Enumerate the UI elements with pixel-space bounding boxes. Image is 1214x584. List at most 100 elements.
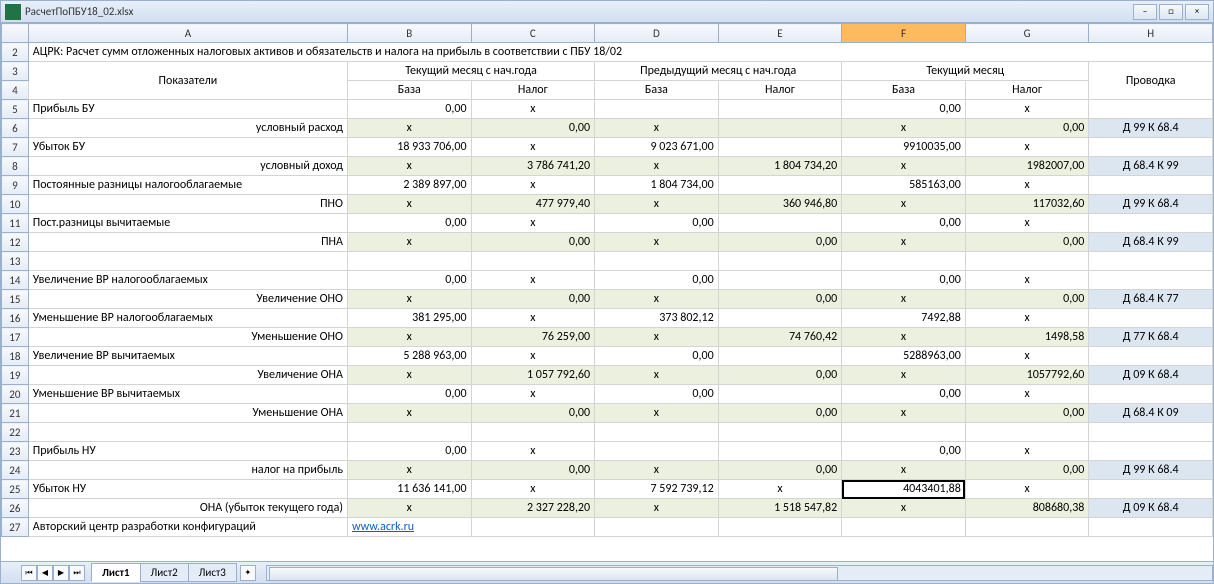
row-header[interactable]: 10: [2, 195, 29, 214]
row-header[interactable]: 26: [2, 499, 29, 518]
data-cell[interactable]: 1 057 792,60: [471, 366, 595, 385]
data-cell[interactable]: 117032,60: [965, 195, 1089, 214]
header-group-4[interactable]: Проводка: [1089, 62, 1213, 100]
header-indicators[interactable]: Показатели: [28, 62, 347, 100]
data-cell[interactable]: 1 804 734,00: [595, 176, 719, 195]
data-cell[interactable]: 373 802,12: [595, 309, 719, 328]
posting-cell[interactable]: [1089, 423, 1213, 442]
row-header[interactable]: 25: [2, 480, 29, 499]
posting-cell[interactable]: [1089, 214, 1213, 233]
header-group-1[interactable]: Текущий месяц с нач.года: [347, 62, 594, 81]
data-cell[interactable]: 0,00: [718, 233, 842, 252]
data-cell[interactable]: [595, 252, 719, 271]
row-header[interactable]: 6: [2, 119, 29, 138]
data-cell[interactable]: [718, 423, 842, 442]
data-cell[interactable]: [347, 423, 471, 442]
tab-nav-next[interactable]: ▶: [53, 565, 69, 581]
col-header-B[interactable]: B: [347, 24, 471, 43]
indicator-cell[interactable]: Прибыль НУ: [28, 442, 347, 461]
data-cell[interactable]: [471, 252, 595, 271]
indicator-cell[interactable]: Увеличение ОНА: [28, 366, 347, 385]
row-header[interactable]: 24: [2, 461, 29, 480]
row-header[interactable]: 9: [2, 176, 29, 195]
indicator-cell[interactable]: [28, 423, 347, 442]
title-cell[interactable]: АЦРК: Расчет сумм отложенных налоговых а…: [28, 43, 1212, 62]
data-cell[interactable]: x: [595, 404, 719, 423]
data-cell[interactable]: [842, 252, 966, 271]
posting-cell[interactable]: [1089, 138, 1213, 157]
indicator-cell[interactable]: Уменьшение ОНА: [28, 404, 347, 423]
data-cell[interactable]: 0,00: [347, 100, 471, 119]
indicator-cell[interactable]: ПНО: [28, 195, 347, 214]
col-header-C[interactable]: C: [471, 24, 595, 43]
data-cell[interactable]: 11 636 141,00: [347, 480, 471, 499]
data-cell[interactable]: x: [471, 271, 595, 290]
data-cell[interactable]: 9 023 671,00: [595, 138, 719, 157]
data-cell[interactable]: [595, 100, 719, 119]
row-header[interactable]: 19: [2, 366, 29, 385]
spreadsheet-grid[interactable]: A B C D E F G H 2 АЦРК: Расчет сумм отло…: [1, 23, 1213, 561]
row-header[interactable]: 17: [2, 328, 29, 347]
tab-nav-last[interactable]: ⏭: [69, 565, 85, 581]
subheader[interactable]: База: [842, 81, 966, 100]
data-cell[interactable]: 0,00: [595, 214, 719, 233]
data-cell[interactable]: 0,00: [347, 271, 471, 290]
indicator-cell[interactable]: Прибыль БУ: [28, 100, 347, 119]
data-cell[interactable]: x: [595, 461, 719, 480]
indicator-cell[interactable]: налог на прибыль: [28, 461, 347, 480]
subheader[interactable]: Налог: [471, 81, 595, 100]
data-cell[interactable]: x: [965, 271, 1089, 290]
data-cell[interactable]: [718, 385, 842, 404]
data-cell[interactable]: 0,00: [347, 385, 471, 404]
col-header-G[interactable]: G: [965, 24, 1089, 43]
acrk-link[interactable]: www.acrk.ru: [352, 520, 414, 534]
data-cell[interactable]: 0,00: [965, 290, 1089, 309]
posting-cell[interactable]: [1089, 480, 1213, 499]
data-cell[interactable]: 0,00: [718, 461, 842, 480]
data-cell[interactable]: [718, 100, 842, 119]
row-header[interactable]: 18: [2, 347, 29, 366]
data-cell[interactable]: 0,00: [842, 385, 966, 404]
tab-nav-prev[interactable]: ◀: [37, 565, 53, 581]
data-cell[interactable]: x: [965, 442, 1089, 461]
data-cell[interactable]: x: [595, 366, 719, 385]
data-cell[interactable]: [718, 214, 842, 233]
indicator-cell[interactable]: ПНА: [28, 233, 347, 252]
new-sheet-button[interactable]: ✦: [240, 565, 256, 581]
data-cell[interactable]: 585163,00: [842, 176, 966, 195]
col-header-D[interactable]: D: [595, 24, 719, 43]
data-cell[interactable]: 74 760,42: [718, 328, 842, 347]
data-cell[interactable]: [718, 138, 842, 157]
data-cell[interactable]: x: [471, 309, 595, 328]
col-header-A[interactable]: A: [28, 24, 347, 43]
indicator-cell[interactable]: Увеличение ВР вычитаемых: [28, 347, 347, 366]
data-cell[interactable]: [718, 347, 842, 366]
data-cell[interactable]: 0,00: [842, 442, 966, 461]
data-cell[interactable]: [718, 176, 842, 195]
data-cell[interactable]: x: [965, 480, 1089, 499]
data-cell[interactable]: [965, 423, 1089, 442]
posting-cell[interactable]: [1089, 100, 1213, 119]
data-cell[interactable]: 5288963,00: [842, 347, 966, 366]
data-cell[interactable]: x: [347, 119, 471, 138]
posting-cell[interactable]: Д 68.4 К 77: [1089, 290, 1213, 309]
data-cell[interactable]: [347, 252, 471, 271]
data-cell[interactable]: x: [595, 119, 719, 138]
subheader[interactable]: База: [347, 81, 471, 100]
data-cell[interactable]: 1 518 547,82: [718, 499, 842, 518]
indicator-cell[interactable]: Уменьшение ОНО: [28, 328, 347, 347]
row-header[interactable]: 23: [2, 442, 29, 461]
data-cell[interactable]: x: [347, 233, 471, 252]
data-cell[interactable]: 1498,58: [965, 328, 1089, 347]
data-cell[interactable]: 0,00: [595, 347, 719, 366]
data-cell[interactable]: x: [965, 347, 1089, 366]
row-header[interactable]: 14: [2, 271, 29, 290]
footer-text[interactable]: Авторский центр разработки конфигураций: [28, 518, 347, 537]
data-cell[interactable]: 477 979,40: [471, 195, 595, 214]
data-cell[interactable]: x: [842, 404, 966, 423]
data-cell[interactable]: 1 804 734,20: [718, 157, 842, 176]
sheet-tab[interactable]: Лист1: [91, 563, 141, 582]
indicator-cell[interactable]: Уменьшение ВР налогооблагаемых: [28, 309, 347, 328]
posting-cell[interactable]: Д 68.4 К 99: [1089, 157, 1213, 176]
data-cell[interactable]: 0,00: [718, 366, 842, 385]
